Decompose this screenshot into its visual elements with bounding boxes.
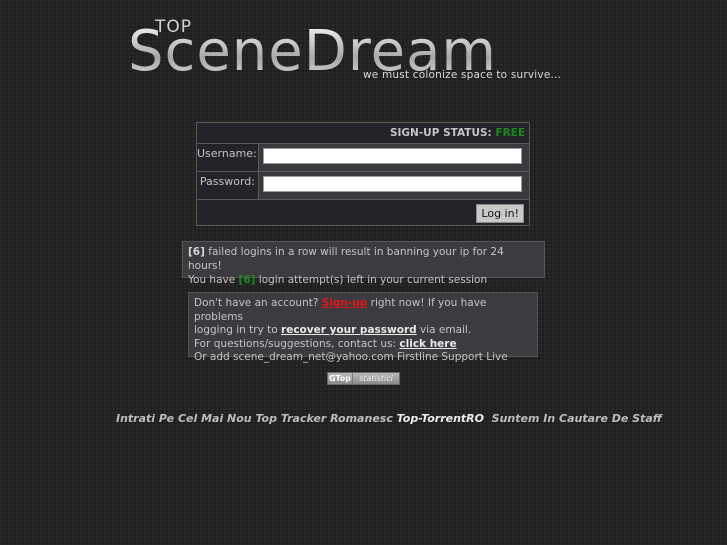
footer-highlight: Top-TorrentRO (396, 412, 485, 425)
account-info-box: Don't have an account? Sign-up right now… (188, 292, 538, 363)
username-label: Username: (197, 144, 259, 171)
gtop-statistics-badge[interactable]: GTop statistici (327, 372, 400, 385)
recover-password-link[interactable]: recover your password (281, 324, 417, 336)
signup-status-value: FREE (495, 127, 525, 139)
login-attempts-warning: [6] failed logins in a row will result i… (182, 241, 545, 286)
contact-link[interactable]: click here (399, 338, 456, 350)
logo-tagline: we must colonize space to survive... (363, 69, 562, 81)
footer-text-pre: Intrati Pe Cel Mai Nou Top Tracker Roman… (116, 412, 397, 425)
password-input[interactable] (263, 176, 522, 192)
gtop-label: statistici (359, 374, 393, 383)
password-label: Password: (197, 172, 259, 199)
footer-announcement: Intrati Pe Cel Mai Nou Top Tracker Roman… (116, 412, 662, 425)
warning-line1: failed logins in a row will result in ba… (188, 246, 504, 272)
support-contact: Or add scene_dream_net@yahoo.com Firstli… (194, 351, 508, 363)
footer-text-post: Suntem In Cautare De Staff (484, 412, 662, 425)
warning-line2-post: login attempt(s) left in your current se… (255, 274, 488, 286)
site-logo[interactable]: TOP SceneDream we must colonize space to… (128, 14, 598, 86)
login-button[interactable]: Log in! (476, 204, 524, 223)
username-row: Username: (197, 144, 529, 172)
info-line2-pre: logging in try to (194, 324, 282, 336)
failed-login-limit: [6] (188, 246, 205, 258)
warning-line2-pre: You have (188, 274, 239, 286)
gtop-logo: GTop (328, 373, 353, 384)
password-row: Password: (197, 172, 529, 200)
attempts-left: [6] (238, 274, 256, 286)
info-line3-pre: For questions/suggestions, contact us: (194, 337, 400, 350)
login-actions: Log in! (197, 200, 529, 228)
info-line1-pre: Don't have an account? (194, 297, 322, 309)
username-input[interactable] (263, 148, 522, 164)
info-line2-post: via email. (416, 324, 472, 336)
signup-status: SIGN-UP STATUS: FREE (197, 123, 529, 144)
login-form: SIGN-UP STATUS: FREE Username: Password:… (196, 122, 530, 226)
signup-status-label: SIGN-UP STATUS: (389, 127, 492, 139)
signup-link[interactable]: Sign-up (322, 297, 368, 309)
